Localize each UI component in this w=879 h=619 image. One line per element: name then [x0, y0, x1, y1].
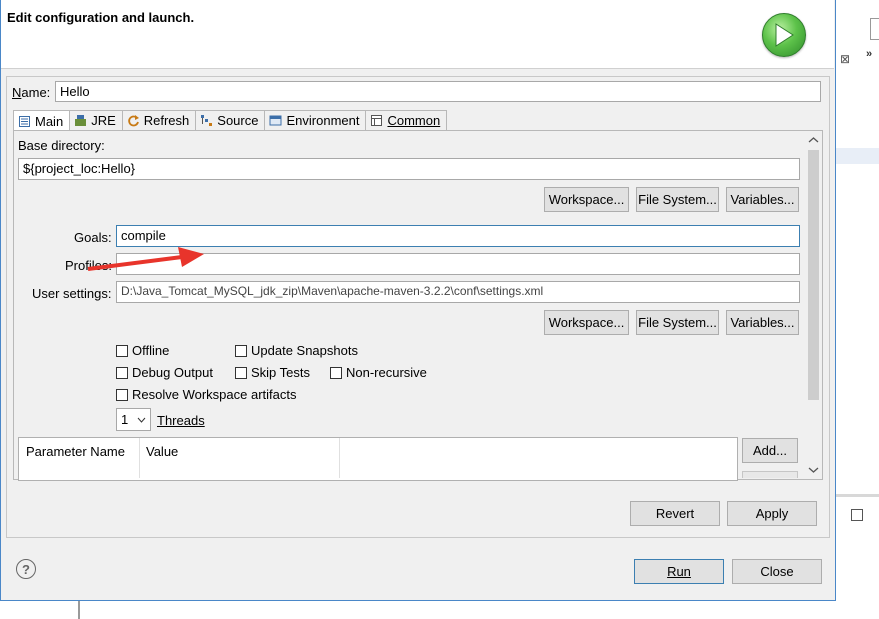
background-close-icon: ⊠ [840, 52, 851, 66]
user-settings-input[interactable]: D:\Java_Tomcat_MySQL_jdk_zip\Maven\apach… [116, 281, 800, 303]
apply-button[interactable]: Apply [727, 501, 817, 526]
offline-label: Offline [132, 343, 170, 358]
debug-output-checkbox-box[interactable] [116, 366, 128, 379]
resolve-workspace-checkbox-box[interactable] [116, 388, 128, 401]
workspace-button[interactable]: Workspace... [544, 187, 629, 212]
file-system-button[interactable]: File System... [636, 187, 719, 212]
revert-button[interactable]: Revert [630, 501, 720, 526]
source-icon [201, 115, 213, 126]
name-label: Name: [12, 85, 51, 100]
goals-label: Goals: [74, 230, 112, 245]
annotation-arrow-icon [87, 247, 204, 271]
tab-common-label: Common [387, 113, 441, 128]
run-button[interactable]: Run [634, 559, 724, 584]
tab-environment-label: Environment [286, 113, 360, 128]
tab-refresh-label: Refresh [143, 113, 190, 128]
help-icon[interactable]: ? [16, 559, 36, 579]
column-value[interactable]: Value [146, 444, 178, 459]
variables-button-2[interactable]: Variables... [726, 310, 799, 335]
skip-tests-checkbox-box[interactable] [235, 366, 247, 379]
non-recursive-label: Non-recursive [346, 365, 427, 380]
resolve-workspace-checkbox[interactable]: Resolve Workspace artifacts [116, 387, 297, 402]
background-selection-strip [835, 148, 879, 164]
background-scroll-line [78, 600, 80, 619]
workspace-button-2[interactable]: Workspace... [544, 310, 629, 335]
base-directory-label: Base directory: [18, 138, 105, 153]
column-parameter-name[interactable]: Parameter Name [26, 444, 125, 459]
background-field [870, 18, 879, 40]
threads-value: 1 [121, 412, 129, 427]
parameters-table[interactable] [18, 437, 738, 481]
common-icon [371, 115, 383, 126]
background-collapse-icon [851, 509, 863, 521]
jre-icon [75, 115, 87, 126]
table-column-divider-2 [339, 438, 340, 478]
scroll-up-icon[interactable] [808, 136, 819, 144]
add-parameter-button[interactable]: Add... [742, 438, 798, 463]
tab-source-label: Source [217, 113, 259, 128]
offline-checkbox[interactable]: Offline [116, 343, 169, 358]
tab-jre[interactable]: JRE [69, 110, 123, 130]
skip-tests-checkbox[interactable]: Skip Tests [235, 365, 310, 380]
background-divider [835, 494, 879, 497]
file-system-button-2[interactable]: File System... [636, 310, 719, 335]
dialog-title: Edit configuration and launch. [7, 10, 195, 25]
tab-main[interactable]: Main [13, 110, 71, 131]
skip-tests-label: Skip Tests [251, 365, 311, 380]
scrollbar-thumb[interactable] [808, 150, 819, 400]
update-snapshots-label: Update Snapshots [251, 343, 358, 358]
run-button-label: Run [667, 564, 691, 579]
goals-input[interactable]: compile [116, 225, 800, 247]
scroll-down-icon[interactable] [808, 466, 819, 474]
refresh-icon [128, 115, 139, 127]
resolve-workspace-label: Resolve Workspace artifacts [132, 387, 297, 402]
tab-environment[interactable]: Environment [264, 110, 367, 130]
update-snapshots-checkbox-box[interactable] [235, 344, 247, 357]
background-chevron-icon: » [866, 48, 873, 60]
background-window [835, 0, 879, 619]
tab-common[interactable]: Common [365, 110, 448, 130]
update-snapshots-checkbox[interactable]: Update Snapshots [235, 343, 358, 358]
run-badge-icon [762, 13, 806, 57]
non-recursive-checkbox-box[interactable] [330, 366, 342, 379]
tab-main-label: Main [35, 113, 64, 129]
base-directory-input[interactable]: ${project_loc:Hello} [18, 158, 800, 180]
table-column-divider [139, 438, 140, 478]
user-settings-label: User settings: [32, 286, 112, 301]
tab-bar: Main JRE Refresh Source Environment Comm… [13, 110, 448, 131]
threads-label: Threads [157, 413, 205, 428]
debug-output-checkbox[interactable]: Debug Output [116, 365, 213, 380]
main-tab-icon [19, 115, 30, 127]
debug-output-label: Debug Output [132, 365, 213, 380]
environment-icon [269, 115, 282, 126]
non-recursive-checkbox[interactable]: Non-recursive [330, 365, 427, 380]
tab-refresh[interactable]: Refresh [121, 110, 197, 130]
close-button[interactable]: Close [732, 559, 822, 584]
name-input[interactable]: Hello [55, 81, 821, 102]
edit-parameter-button[interactable] [742, 471, 798, 478]
variables-button[interactable]: Variables... [726, 187, 799, 212]
profiles-input[interactable] [116, 253, 800, 275]
offline-checkbox-box[interactable] [116, 344, 128, 357]
tab-source[interactable]: Source [195, 110, 266, 130]
threads-select[interactable]: 1 [116, 408, 151, 431]
chevron-down-icon [137, 417, 146, 423]
tab-jre-label: JRE [91, 113, 116, 128]
